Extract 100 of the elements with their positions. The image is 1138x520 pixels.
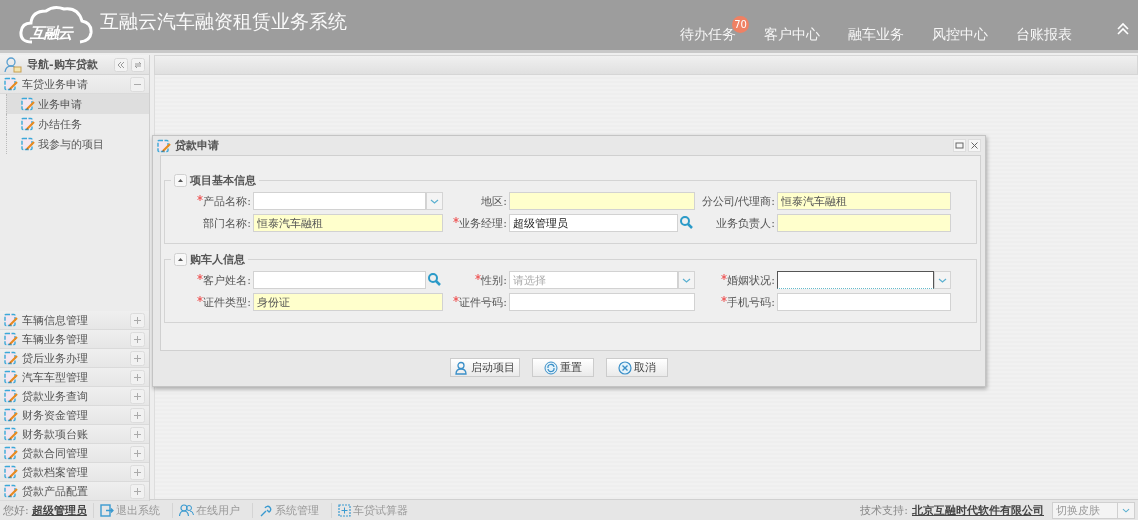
accordion-header[interactable]: 贷后业务办理 xyxy=(0,349,149,368)
edit-document-icon xyxy=(21,97,36,111)
edit-document-icon xyxy=(4,351,19,365)
calculator-icon xyxy=(337,504,351,517)
refresh-icon xyxy=(544,360,558,375)
company-link[interactable]: 北京互融时代软件有限公司 xyxy=(912,503,1044,518)
tree-item-label: 我参与的项目 xyxy=(38,136,104,152)
text-field[interactable] xyxy=(509,293,695,311)
text-field[interactable]: 超级管理员 xyxy=(509,214,678,232)
edit-document-icon xyxy=(4,427,19,441)
users-icon xyxy=(178,504,194,517)
edit-document-icon xyxy=(4,313,19,327)
field-label: 地区: xyxy=(481,193,507,209)
edit-document-icon xyxy=(21,117,36,131)
logout-icon xyxy=(99,504,114,517)
edit-document-icon xyxy=(4,332,19,346)
field-label: 分公司/代理商: xyxy=(701,193,775,209)
text-field[interactable]: 恒泰汽车融租 xyxy=(253,214,443,232)
sidebar-title: 导航-购车贷款 xyxy=(27,57,98,72)
accordion-header[interactable]: 财务款项台账 xyxy=(0,425,149,444)
section-title: 项目基本信息 xyxy=(190,173,256,188)
field-label: 产品名称: xyxy=(203,193,251,209)
accordion-header[interactable]: 车辆信息管理 xyxy=(0,311,149,330)
expand-toggle[interactable] xyxy=(130,369,145,385)
accordion-header[interactable]: 车辆业务管理 xyxy=(0,330,149,349)
collapse-toggle[interactable] xyxy=(130,76,145,92)
tree-item-label: 业务申请 xyxy=(38,96,82,112)
user-link[interactable]: 超级管理员 xyxy=(31,503,87,518)
expand-toggle[interactable] xyxy=(130,464,145,480)
field-label: 部门名称: xyxy=(203,215,251,231)
accordion-header[interactable]: 汽车车型管理 xyxy=(0,368,149,387)
close-button[interactable] xyxy=(968,139,981,152)
tree-item[interactable]: 我参与的项目 xyxy=(6,134,149,154)
select-field[interactable] xyxy=(777,271,934,289)
accordion-header[interactable]: 贷款产品配置 xyxy=(0,482,149,501)
field-label: 客户姓名: xyxy=(203,272,251,288)
count-badge: 70 xyxy=(732,16,749,33)
accordion-header[interactable]: 贷款合同管理 xyxy=(0,444,149,463)
logo-text: 互融云 xyxy=(30,24,72,43)
edit-document-icon xyxy=(21,137,36,151)
app-title: 互融云汽车融资租赁业务系统 xyxy=(100,9,347,34)
skin-select[interactable]: 切换皮肤 xyxy=(1052,502,1118,519)
dropdown-button[interactable] xyxy=(1118,502,1135,519)
field-label: 证件号码: xyxy=(459,294,507,310)
expand-toggle[interactable] xyxy=(130,483,145,499)
expand-toggle[interactable] xyxy=(130,388,145,404)
tree-item[interactable]: 办结任务 xyxy=(6,114,149,134)
user-icon xyxy=(4,56,22,73)
maximize-button[interactable] xyxy=(953,139,966,152)
edit-document-icon xyxy=(4,465,19,479)
edit-document-icon xyxy=(4,408,19,422)
accordion-header[interactable]: 财务资金管理 xyxy=(0,406,149,425)
field-label: 业务负责人: xyxy=(716,215,775,231)
greeting-text: 您好: xyxy=(3,503,29,518)
expand-toggle[interactable] xyxy=(130,407,145,423)
cancel-icon xyxy=(618,360,632,375)
user-icon xyxy=(455,360,469,375)
collapse-toggle[interactable] xyxy=(174,253,187,266)
reset-button[interactable]: 重置 xyxy=(532,358,594,377)
dropdown-button[interactable] xyxy=(426,192,443,210)
text-field[interactable] xyxy=(777,214,951,232)
text-field[interactable]: 恒泰汽车融租 xyxy=(777,192,951,210)
collapse-toggle[interactable] xyxy=(174,174,187,187)
field-label: 婚姻状况: xyxy=(727,272,775,288)
edit-document-icon xyxy=(4,370,19,384)
field-label: 证件类型: xyxy=(203,294,251,310)
edit-document-icon xyxy=(4,484,19,498)
expand-toggle[interactable] xyxy=(130,312,145,328)
text-field[interactable] xyxy=(253,271,426,289)
field-label: 业务经理: xyxy=(459,215,507,231)
cancel-button[interactable]: 取消 xyxy=(606,358,668,377)
tree-item-label: 办结任务 xyxy=(38,116,82,132)
text-field[interactable] xyxy=(777,293,951,311)
edit-document-icon xyxy=(157,138,172,153)
edit-document-icon xyxy=(4,446,19,460)
expand-toggle[interactable] xyxy=(130,445,145,461)
dropdown-button[interactable] xyxy=(934,271,951,289)
accordion-header[interactable]: 贷款业务查询 xyxy=(0,387,149,406)
wrench-icon xyxy=(258,503,273,518)
text-field[interactable] xyxy=(509,192,695,210)
support-label: 技术支持: xyxy=(860,503,908,518)
dialog-title: 贷款申请 xyxy=(175,138,219,153)
text-field[interactable]: 身份证 xyxy=(253,293,443,311)
refresh-button[interactable] xyxy=(131,57,145,72)
accordion-header[interactable]: 车贷业务申请 xyxy=(0,75,149,94)
expand-toggle[interactable] xyxy=(130,350,145,366)
cloud-logo-icon xyxy=(18,4,94,46)
edit-document-icon xyxy=(4,389,19,403)
field-label: 性别: xyxy=(481,272,507,288)
collapse-button[interactable] xyxy=(114,57,128,72)
tree-item[interactable]: 业务申请 xyxy=(6,94,149,114)
dropdown-button[interactable] xyxy=(678,271,695,289)
edit-document-icon xyxy=(4,77,19,91)
start-button[interactable]: 启动项目 xyxy=(450,358,520,377)
field-label: 手机号码: xyxy=(727,294,775,310)
collapse-icon[interactable] xyxy=(1116,22,1130,36)
expand-toggle[interactable] xyxy=(130,331,145,347)
expand-toggle[interactable] xyxy=(130,426,145,442)
section-title: 购车人信息 xyxy=(190,252,245,267)
accordion-header[interactable]: 贷款档案管理 xyxy=(0,463,149,482)
